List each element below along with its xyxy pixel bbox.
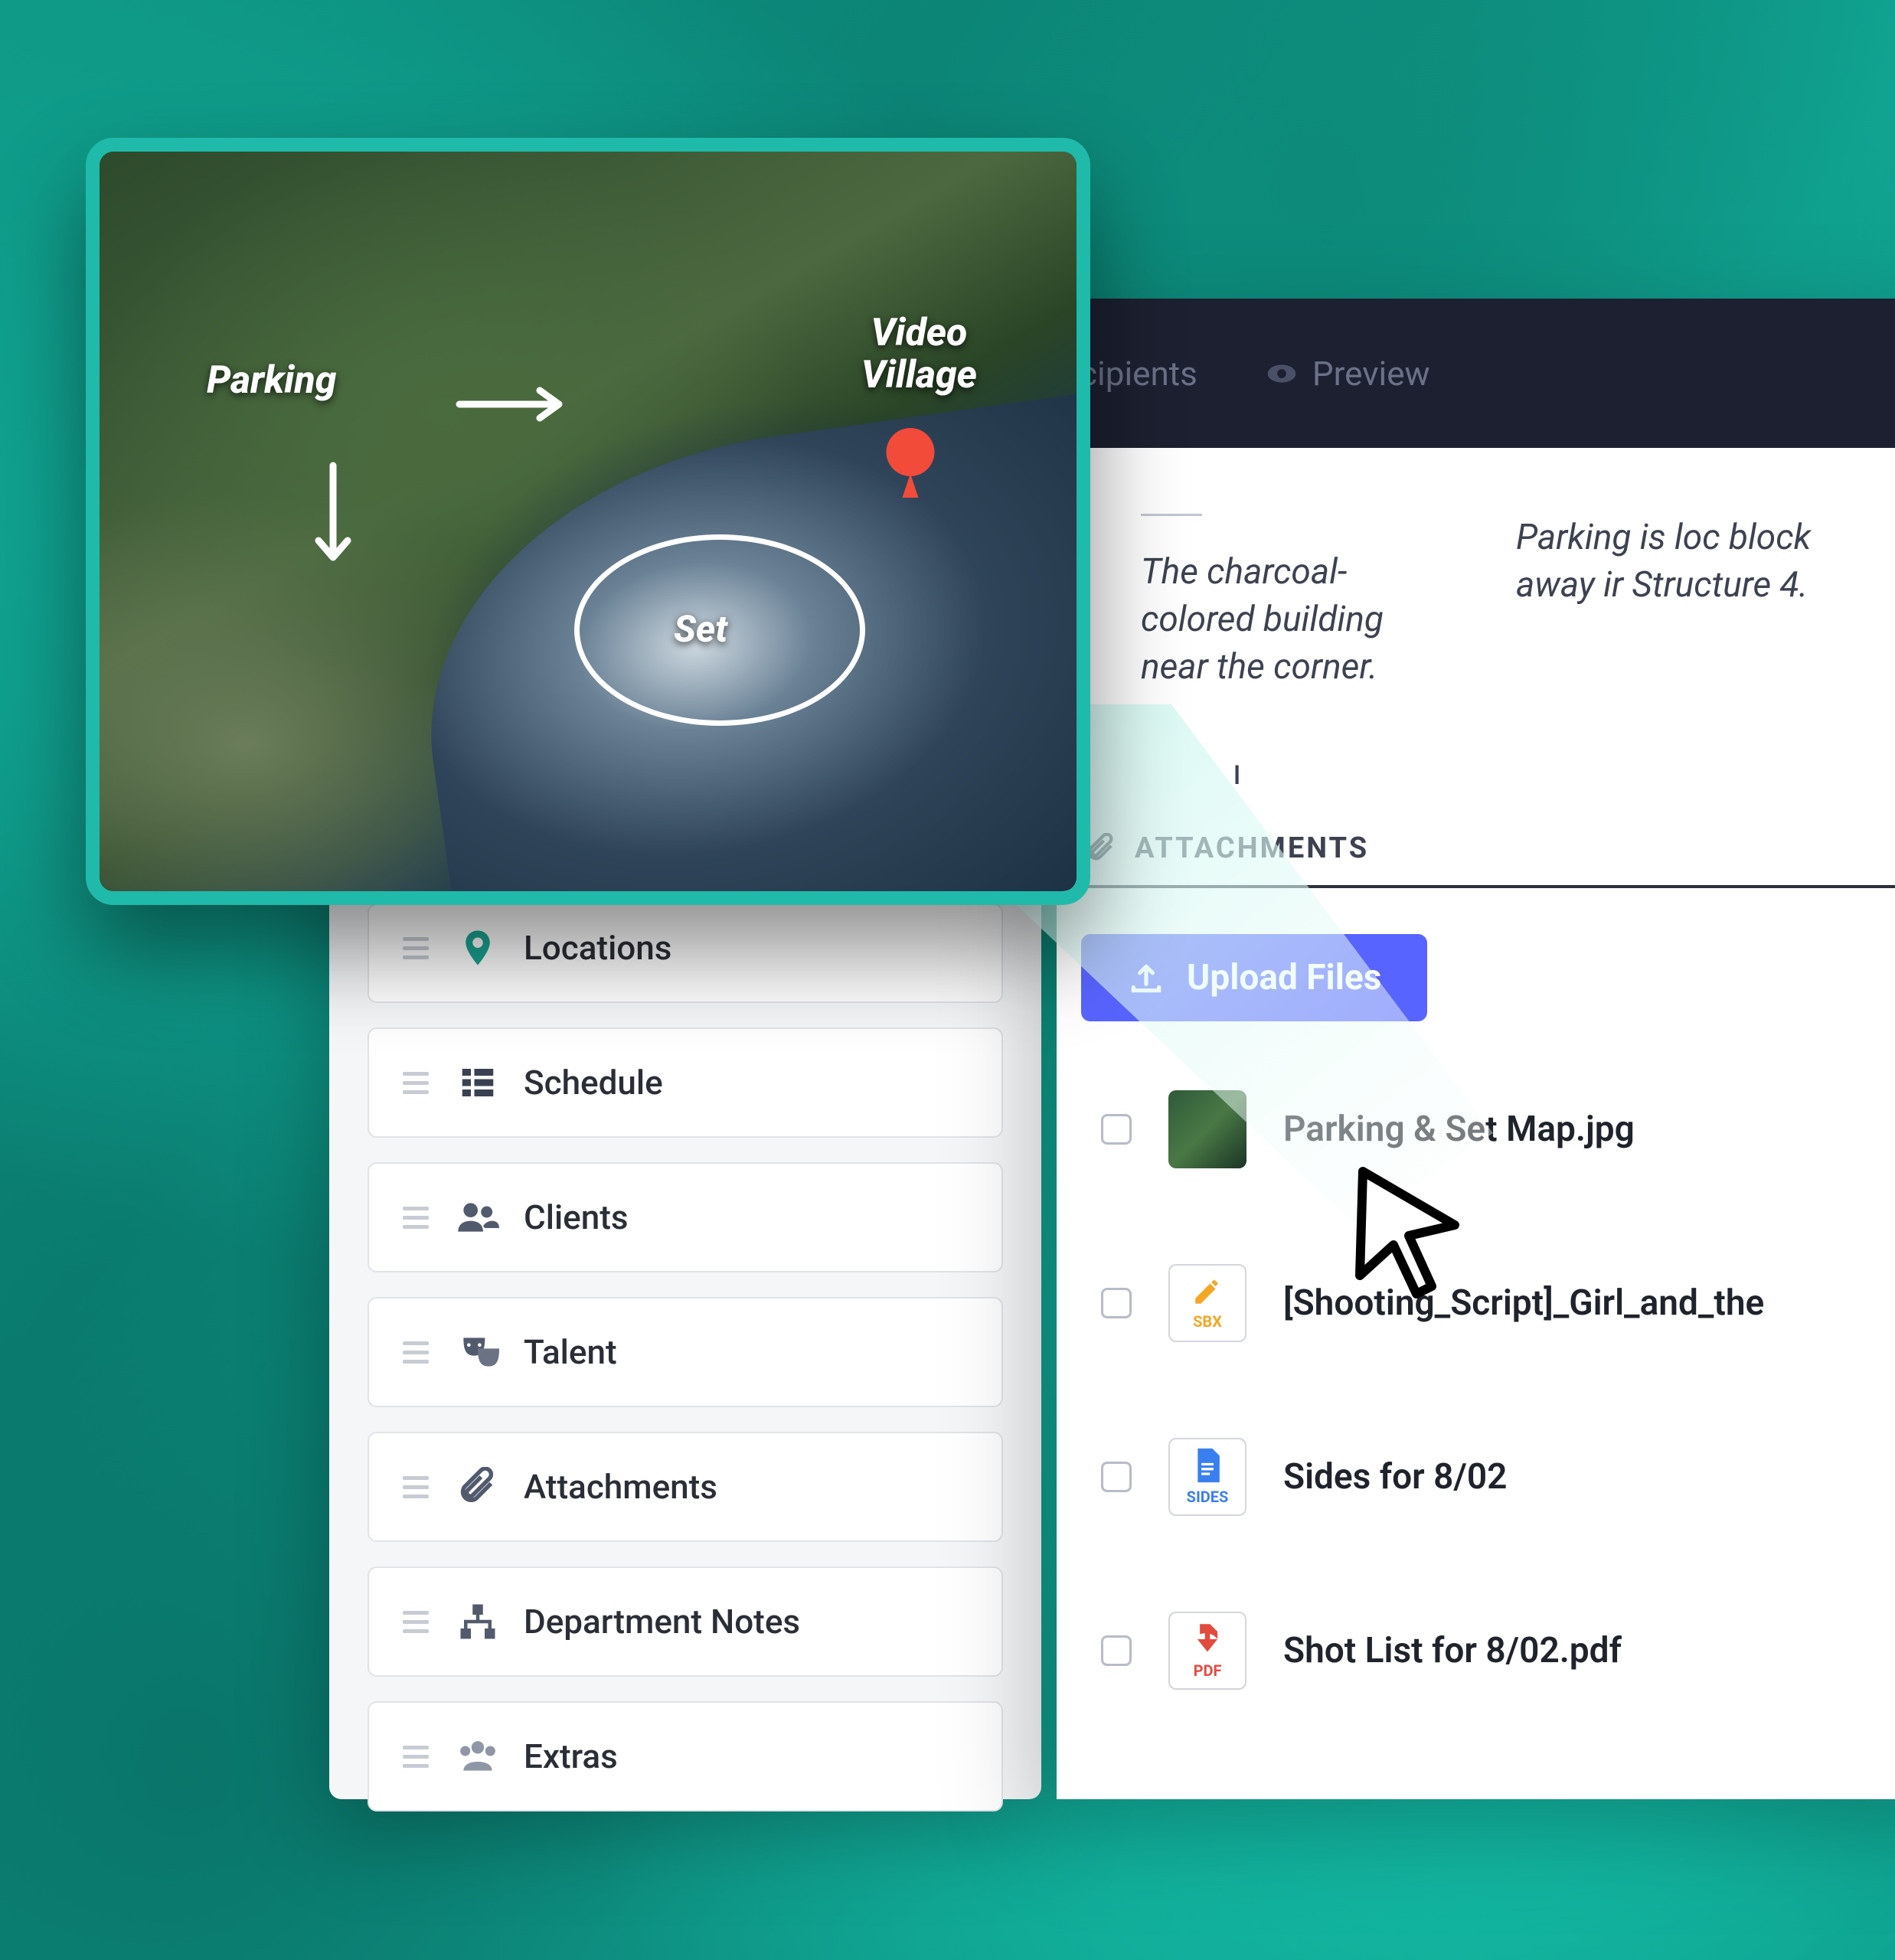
pencil-icon bbox=[1191, 1276, 1224, 1308]
checkbox[interactable] bbox=[1101, 1635, 1132, 1666]
map-preview: Parking Video Village Set bbox=[86, 138, 1090, 905]
file-badge: SBX bbox=[1193, 1312, 1222, 1331]
drag-handle-icon[interactable] bbox=[403, 1476, 429, 1498]
stray-char: ı bbox=[1057, 752, 1895, 831]
pdf-icon bbox=[1191, 1622, 1224, 1657]
drag-handle-icon[interactable] bbox=[403, 1611, 429, 1633]
location-note: The charcoal-colored building near the c… bbox=[1057, 494, 1470, 691]
checkbox[interactable] bbox=[1101, 1114, 1132, 1145]
sidebar-item-label: Talent bbox=[524, 1332, 617, 1372]
arrow-down-icon bbox=[306, 458, 360, 588]
file-badge: SIDES bbox=[1187, 1488, 1229, 1506]
people-icon bbox=[456, 1196, 499, 1239]
sidebar-item-extras[interactable]: Extras bbox=[368, 1701, 1003, 1811]
file-row[interactable]: SIDES Sides for 8/02 bbox=[1101, 1438, 1895, 1516]
masks-icon bbox=[456, 1331, 499, 1374]
label-line: Video bbox=[871, 311, 968, 355]
sidebar-item-schedule[interactable]: Schedule bbox=[368, 1027, 1003, 1138]
sidebar-item-clients[interactable]: Clients bbox=[368, 1162, 1003, 1272]
pin-icon bbox=[456, 926, 499, 969]
checkbox[interactable] bbox=[1101, 1462, 1132, 1492]
file-row[interactable]: PDF Shot List for 8/02.pdf bbox=[1101, 1612, 1895, 1690]
sidebar-item-label: Locations bbox=[524, 928, 671, 968]
button-label: Upload Files bbox=[1187, 957, 1381, 998]
main-panel: cipients Preview The charcoal-colored bu… bbox=[1057, 299, 1895, 1799]
notes-row: The charcoal-colored building near the c… bbox=[1057, 448, 1895, 752]
file-name: Sides for 8/02 bbox=[1283, 1456, 1507, 1498]
file-name: Parking & Set Map.jpg bbox=[1283, 1109, 1635, 1150]
drag-handle-icon[interactable] bbox=[403, 1746, 429, 1768]
sidebar-item-label: Schedule bbox=[524, 1063, 663, 1102]
upload-files-button[interactable]: Upload Files bbox=[1081, 934, 1427, 1021]
map-pin-icon bbox=[884, 427, 937, 504]
file-thumbnail: SIDES bbox=[1168, 1438, 1246, 1516]
paperclip-icon bbox=[456, 1465, 499, 1508]
file-thumbnail: PDF bbox=[1168, 1612, 1246, 1690]
sidebar-item-label: Attachments bbox=[524, 1467, 717, 1507]
drag-handle-icon[interactable] bbox=[403, 1341, 429, 1364]
eye-icon bbox=[1266, 362, 1297, 385]
file-list: Parking & Set Map.jpg SBX [Shooting_Scri… bbox=[1101, 1090, 1895, 1690]
section-title: ATTACHMENTS bbox=[1135, 831, 1369, 865]
note-text: The charcoal-colored building near the c… bbox=[1141, 551, 1384, 688]
arrow-right-icon bbox=[452, 381, 590, 427]
tab-recipients[interactable]: cipients bbox=[1080, 354, 1197, 394]
list-icon bbox=[456, 1061, 499, 1104]
checkbox[interactable] bbox=[1101, 1288, 1132, 1318]
group-icon bbox=[456, 1735, 499, 1778]
tabs-bar: cipients Preview bbox=[1057, 299, 1895, 448]
document-icon bbox=[1193, 1448, 1222, 1483]
tab-label: Preview bbox=[1312, 354, 1430, 394]
file-thumbnail bbox=[1168, 1090, 1246, 1168]
drag-handle-icon[interactable] bbox=[403, 937, 429, 959]
map-label-set: Set bbox=[674, 607, 727, 651]
file-thumbnail: SBX bbox=[1168, 1264, 1246, 1342]
tab-preview[interactable]: Preview bbox=[1266, 354, 1430, 394]
sidebar-item-label: Extras bbox=[524, 1736, 618, 1776]
divider bbox=[1141, 514, 1202, 516]
file-name: [Shooting_Script]_Girl_and_the bbox=[1283, 1282, 1764, 1324]
note-text: Parking is loc block away ir Structure 4… bbox=[1516, 517, 1811, 606]
sidebar-item-talent[interactable]: Talent bbox=[368, 1297, 1003, 1407]
sidebar-item-attachments[interactable]: Attachments bbox=[368, 1432, 1003, 1542]
paperclip-icon bbox=[1086, 833, 1116, 864]
org-chart-icon bbox=[456, 1600, 499, 1643]
label-line: Village bbox=[861, 353, 977, 397]
file-badge: PDF bbox=[1194, 1661, 1222, 1680]
map-label-video-village: Video Village bbox=[861, 312, 977, 397]
file-row[interactable]: SBX [Shooting_Script]_Girl_and_the bbox=[1101, 1264, 1895, 1342]
file-name: Shot List for 8/02.pdf bbox=[1283, 1630, 1622, 1671]
file-row[interactable]: Parking & Set Map.jpg bbox=[1101, 1090, 1895, 1168]
attachments-header: ATTACHMENTS bbox=[1080, 831, 1895, 888]
sidebar-item-department-notes[interactable]: Department Notes bbox=[368, 1566, 1003, 1677]
map-label-parking: Parking bbox=[207, 358, 336, 403]
drag-handle-icon[interactable] bbox=[403, 1072, 429, 1094]
upload-icon bbox=[1127, 959, 1165, 997]
sidebar-item-locations[interactable]: Locations bbox=[368, 903, 1003, 1003]
tab-label: cipients bbox=[1080, 354, 1197, 394]
sidebar-item-label: Clients bbox=[524, 1197, 629, 1237]
drag-handle-icon[interactable] bbox=[403, 1207, 429, 1229]
sidebar-item-label: Department Notes bbox=[524, 1602, 800, 1642]
parking-note: Parking is loc block away ir Structure 4… bbox=[1470, 494, 1884, 691]
